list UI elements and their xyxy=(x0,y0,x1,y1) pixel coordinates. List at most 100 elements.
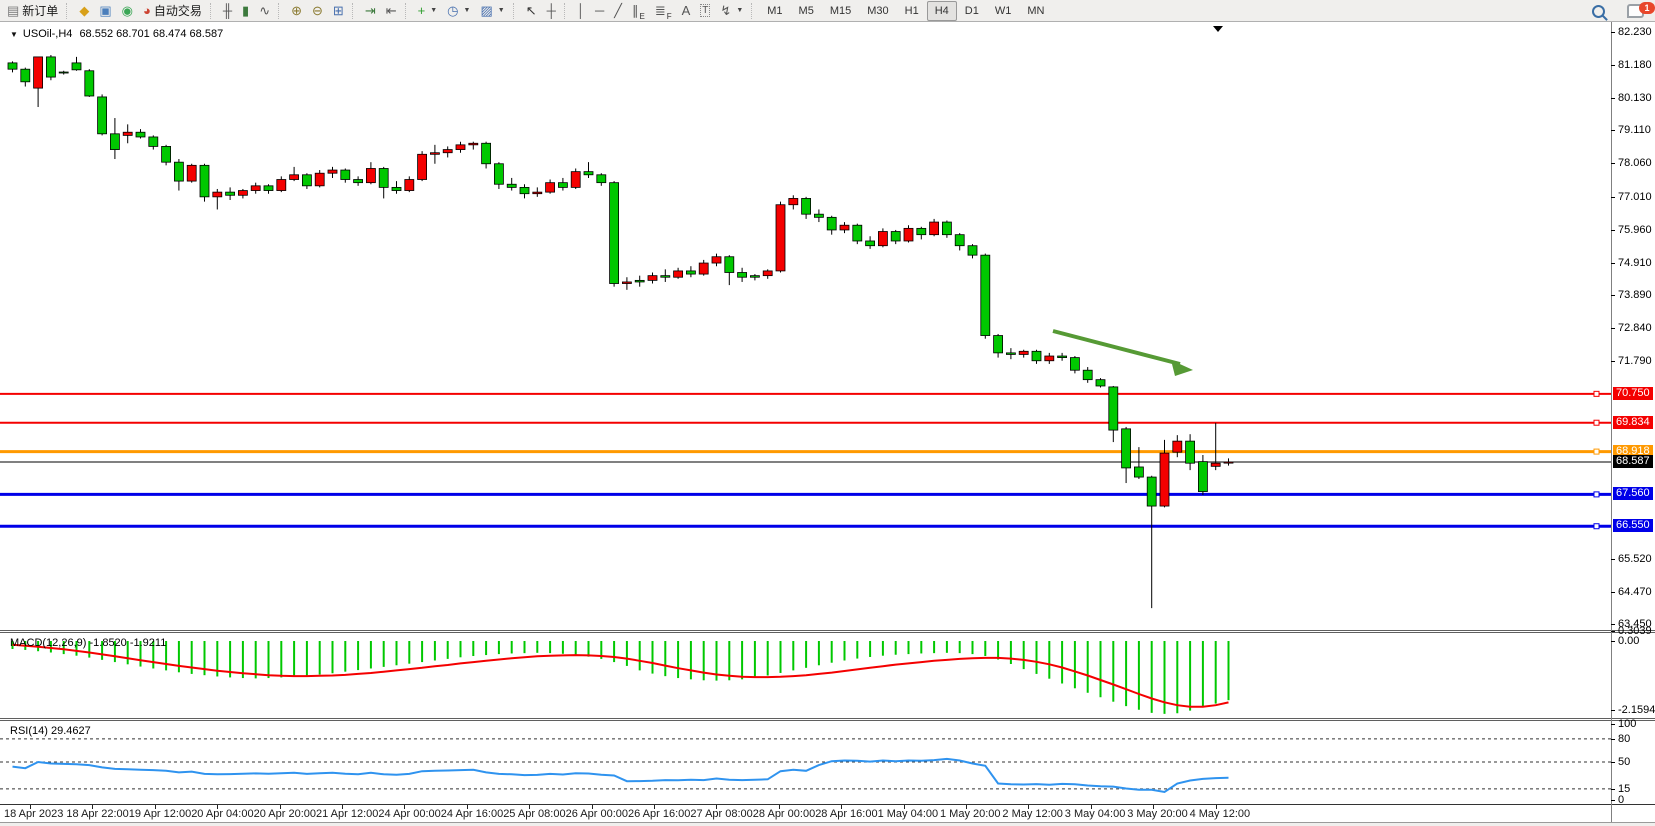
text-button[interactable]: A xyxy=(677,1,696,21)
chevron-down-icon[interactable]: ▼ xyxy=(464,7,471,14)
templates-button[interactable]: ▨▼ xyxy=(475,1,509,21)
zoom-out-button[interactable]: ⊖ xyxy=(307,1,328,21)
text-label-button[interactable]: T xyxy=(695,1,715,21)
candle-body xyxy=(443,150,452,153)
chevron-down-icon[interactable]: ▼ xyxy=(498,7,505,14)
timeframe-m30-button[interactable]: M30 xyxy=(859,1,896,21)
trendline-button[interactable]: ╱ xyxy=(609,1,627,21)
price-chart-canvas[interactable] xyxy=(0,23,1611,630)
price-tick-mark xyxy=(1611,197,1615,198)
candle-body xyxy=(187,165,196,181)
candlestick-chart-icon: ▮ xyxy=(242,4,249,17)
candle-body xyxy=(1173,441,1182,452)
candle-body xyxy=(802,198,811,214)
candle-body xyxy=(891,232,900,241)
price-tick-mark xyxy=(1611,361,1615,362)
panel-separator[interactable] xyxy=(0,630,1655,631)
candle-body xyxy=(1096,380,1105,386)
line-handle[interactable] xyxy=(1594,391,1599,396)
timeframe-mn-button[interactable]: MN xyxy=(1019,1,1052,21)
symbol-period-label: USOil-,H4 xyxy=(23,28,73,40)
search-button[interactable] xyxy=(1587,1,1610,21)
timeframe-m15-button[interactable]: M15 xyxy=(822,1,859,21)
panel-separator[interactable] xyxy=(0,720,1655,721)
candle-body xyxy=(904,228,913,241)
auto-scroll-button[interactable]: ⇥ xyxy=(360,1,381,21)
timeframe-m5-button[interactable]: M5 xyxy=(791,1,822,21)
signals-button[interactable]: ◉ xyxy=(117,1,138,21)
macd-canvas[interactable] xyxy=(0,634,1611,718)
chevron-down-icon[interactable]: ▼ xyxy=(736,7,743,14)
channel-button[interactable]: ∥E xyxy=(627,1,650,21)
fibonacci-button[interactable]: ≣F xyxy=(650,1,677,21)
crosshair-button[interactable]: ┼ xyxy=(542,1,561,21)
zoom-in-button[interactable]: ⊕ xyxy=(286,1,307,21)
periods-button[interactable]: ◷▼ xyxy=(442,1,475,21)
chart-shift-marker-icon[interactable] xyxy=(1213,26,1223,32)
new-order-button[interactable]: ▤新订单 xyxy=(2,1,63,21)
chat-badge: 1 xyxy=(1639,2,1655,14)
candle-body xyxy=(968,246,977,255)
price-tick-label: 72.840 xyxy=(1618,322,1652,334)
price-tick-mark xyxy=(1611,328,1615,329)
chat-button[interactable]: 1 xyxy=(1622,1,1649,21)
line-chart-button[interactable]: ∿ xyxy=(254,1,275,21)
candlestick-chart-button[interactable]: ▮ xyxy=(237,1,254,21)
rsi-canvas[interactable] xyxy=(0,722,1611,804)
time-axis[interactable]: 18 Apr 202318 Apr 22:0019 Apr 12:0020 Ap… xyxy=(0,805,1611,822)
panel-separator[interactable] xyxy=(0,718,1655,719)
candle-body xyxy=(878,232,887,246)
toolbar-separator xyxy=(564,3,569,19)
arrow-annotation-head[interactable] xyxy=(1171,360,1193,376)
arrows-button[interactable]: ↯▼ xyxy=(715,1,748,21)
price-tick-label: 75.960 xyxy=(1618,224,1652,236)
time-tick-label: 25 Apr 08:00 xyxy=(503,808,565,820)
time-tick-label: 3 May 20:00 xyxy=(1127,808,1188,820)
candle-body xyxy=(405,180,414,191)
auto-trading-button[interactable]: ◕自动交易 xyxy=(138,1,207,21)
bar-chart-button[interactable]: ╫ xyxy=(218,1,237,21)
tile-windows-button[interactable]: ⊞ xyxy=(328,1,349,21)
panel-separator[interactable] xyxy=(0,632,1655,633)
candle-body xyxy=(610,183,619,284)
cursor-button[interactable]: ↖ xyxy=(521,1,542,21)
timeframe-w1-button[interactable]: W1 xyxy=(987,1,1020,21)
candle-body xyxy=(981,255,990,335)
time-tick-label: 24 Apr 16:00 xyxy=(441,808,503,820)
timeframe-d1-button[interactable]: D1 xyxy=(957,1,987,21)
price-tick-label: 74.910 xyxy=(1618,257,1652,269)
search-icon xyxy=(1592,5,1605,18)
line-handle[interactable] xyxy=(1594,420,1599,425)
time-tick-label: 19 Apr 12:00 xyxy=(129,808,191,820)
chevron-down-icon[interactable]: ▼ xyxy=(430,7,437,14)
line-handle[interactable] xyxy=(1594,524,1599,529)
candle-body xyxy=(456,145,465,150)
toolbar-separator xyxy=(405,3,410,19)
price-tick-label: 81.180 xyxy=(1618,59,1652,71)
candle-body xyxy=(533,192,542,194)
chart-shift-button[interactable]: ⇤ xyxy=(381,1,402,21)
line-handle[interactable] xyxy=(1594,492,1599,497)
timeframe-m1-button[interactable]: M1 xyxy=(759,1,790,21)
symbol-dropdown-icon[interactable]: ▼ xyxy=(10,30,18,39)
candle-body xyxy=(1122,429,1131,468)
auto-trading-button-label: 自动交易 xyxy=(154,2,202,19)
candle-body xyxy=(507,184,516,187)
candle-body xyxy=(226,192,235,195)
terminal-button[interactable]: ▣ xyxy=(94,1,116,21)
time-tick-label: 26 Apr 00:00 xyxy=(566,808,628,820)
auto-trading-icon: ◕ xyxy=(143,4,151,17)
line-handle[interactable] xyxy=(1594,449,1599,454)
timeframe-h4-button[interactable]: H4 xyxy=(927,1,957,21)
indicators-button[interactable]: +▼ xyxy=(413,1,443,21)
zoom-in-icon: ⊕ xyxy=(291,4,302,17)
vertical-line-button[interactable]: │ xyxy=(572,1,590,21)
candle-body xyxy=(699,263,708,274)
price-tick-label: 79.110 xyxy=(1618,124,1651,136)
macd-tick-mark xyxy=(1611,710,1615,711)
market-watch-button[interactable]: ◆ xyxy=(74,1,94,21)
horizontal-line-button[interactable]: ─ xyxy=(590,1,609,21)
timeframe-h1-button[interactable]: H1 xyxy=(897,1,927,21)
time-tick-label: 21 Apr 12:00 xyxy=(316,808,378,820)
candle-body xyxy=(1058,356,1067,358)
